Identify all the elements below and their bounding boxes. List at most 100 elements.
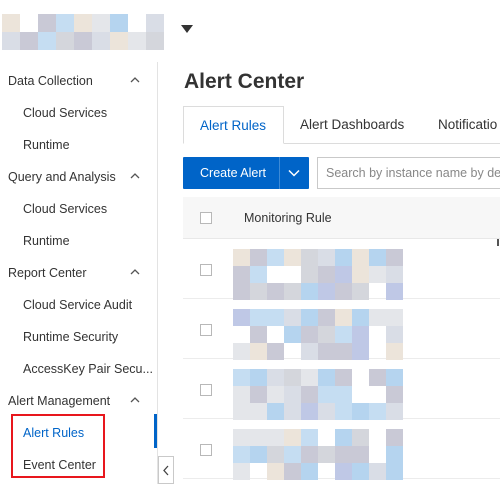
- redacted-pixel: [233, 266, 250, 283]
- chevron-up-icon: [130, 173, 140, 179]
- redacted-pixel: [369, 403, 386, 420]
- redacted-pixel: [233, 463, 250, 480]
- table-header: Monitoring Rule: [183, 197, 500, 239]
- redacted-pixel: [284, 249, 301, 266]
- sidebar-group-query-and-analysis[interactable]: Query and Analysis: [0, 160, 158, 192]
- redacted-pixel: [267, 386, 284, 403]
- sidebar-item-accesskey-pair-security[interactable]: AccessKey Pair Secu...: [0, 352, 156, 384]
- sidebar-group-alert-management[interactable]: Alert Management: [0, 384, 158, 416]
- redacted-pixel: [233, 249, 250, 266]
- redacted-pixel: [267, 446, 284, 463]
- redacted-pixel: [267, 369, 284, 386]
- sidebar-item-runtime[interactable]: Runtime: [0, 128, 156, 160]
- redacted-pixel: [335, 343, 352, 360]
- sidebar-item-label: AccessKey Pair Secu...: [23, 362, 153, 376]
- create-alert-button[interactable]: Create Alert: [183, 157, 309, 189]
- redacted-pixel: [250, 283, 267, 300]
- chevron-up-icon: [130, 397, 140, 403]
- redacted-pixel: [233, 369, 250, 386]
- row-checkbox[interactable]: [200, 324, 212, 336]
- redacted-pixel: [335, 283, 352, 300]
- redacted-pixel: [38, 14, 56, 32]
- redacted-pixel: [301, 343, 318, 360]
- redacted-pixel: [386, 266, 403, 283]
- redacted-pixel: [352, 326, 369, 343]
- redacted-pixel: [233, 403, 250, 420]
- row-checkbox[interactable]: [200, 384, 212, 396]
- row-checkbox[interactable]: [200, 264, 212, 276]
- sidebar-item-label: Cloud Service Audit: [23, 298, 133, 312]
- redacted-pixel: [250, 403, 267, 420]
- redacted-pixel: [250, 326, 267, 343]
- redacted-pixel: [386, 463, 403, 480]
- table-row[interactable]: [183, 239, 500, 300]
- redacted-pixel: [386, 309, 403, 326]
- redacted-pixel: [301, 386, 318, 403]
- table-row[interactable]: [183, 419, 500, 480]
- redacted-pixel: [386, 403, 403, 420]
- sidebar-group-report-center[interactable]: Report Center: [0, 256, 158, 288]
- column-resize-handle[interactable]: [497, 239, 499, 246]
- sidebar-item-cloud-services[interactable]: Cloud Services: [0, 96, 156, 128]
- redacted-pixel: [250, 386, 267, 403]
- redacted-pixel: [284, 386, 301, 403]
- redacted-pixel: [267, 283, 284, 300]
- search-input[interactable]: [317, 157, 500, 189]
- redacted-pixel: [335, 429, 352, 446]
- redacted-pixel: [267, 403, 284, 420]
- table-row[interactable]: [183, 299, 500, 360]
- redacted-pixel: [284, 463, 301, 480]
- redacted-pixel: [301, 446, 318, 463]
- redacted-pixel: [2, 32, 20, 50]
- redacted-pixel: [386, 343, 403, 360]
- sidebar-item-alert-rules[interactable]: Alert Rules: [0, 416, 156, 448]
- chevron-up-icon: [130, 77, 140, 83]
- create-alert-label: Create Alert: [200, 166, 267, 180]
- sidebar-item-cloud-service-audit[interactable]: Cloud Service Audit: [0, 288, 156, 320]
- sidebar-group-label: Query and Analysis: [8, 170, 116, 184]
- sidebar-item-label: Cloud Services: [23, 106, 108, 120]
- tab-alert-dashboards[interactable]: Alert Dashboards: [284, 106, 422, 144]
- redacted-pixel: [56, 32, 74, 50]
- tab-bar: Alert Rules Alert Dashboards Notificatio: [183, 106, 500, 144]
- redacted-pixel: [386, 369, 403, 386]
- tab-label: Notificatio: [438, 117, 498, 132]
- redacted-pixel: [318, 266, 335, 283]
- redacted-pixel: [301, 429, 318, 446]
- tab-notifications[interactable]: Notificatio: [422, 106, 500, 144]
- redacted-pixel: [284, 429, 301, 446]
- redacted-pixel: [38, 32, 56, 50]
- sidebar-group-data-collection[interactable]: Data Collection: [0, 64, 158, 96]
- redacted-pixel: [352, 266, 369, 283]
- redacted-pixel: [318, 369, 335, 386]
- tab-alert-rules[interactable]: Alert Rules: [183, 106, 284, 144]
- redacted-pixel: [335, 446, 352, 463]
- redacted-pixel: [284, 326, 301, 343]
- sidebar-item-cloud-services[interactable]: Cloud Services: [0, 192, 156, 224]
- table-row[interactable]: [183, 359, 500, 420]
- redacted-pixel: [352, 463, 369, 480]
- caret-down-icon[interactable]: [180, 24, 194, 34]
- redacted-pixel: [301, 369, 318, 386]
- redacted-pixel: [92, 32, 110, 50]
- redacted-pixel: [110, 14, 128, 32]
- redacted-pixel: [352, 283, 369, 300]
- chevron-down-icon[interactable]: [288, 169, 300, 177]
- redacted-pixel: [250, 343, 267, 360]
- sidebar-item-event-center[interactable]: Event Center: [0, 448, 156, 480]
- sidebar-item-runtime-security[interactable]: Runtime Security: [0, 320, 156, 352]
- redacted-pixel: [318, 343, 335, 360]
- redacted-pixel: [74, 32, 92, 50]
- redacted-pixel: [284, 369, 301, 386]
- redacted-pixel: [386, 326, 403, 343]
- redacted-pixel: [284, 309, 301, 326]
- redacted-pixel: [267, 463, 284, 480]
- redacted-pixel: [233, 309, 250, 326]
- redacted-pixel: [335, 463, 352, 480]
- column-header-monitoring-rule: Monitoring Rule: [244, 211, 332, 225]
- row-checkbox[interactable]: [200, 444, 212, 456]
- sidebar-item-runtime[interactable]: Runtime: [0, 224, 156, 256]
- select-all-checkbox[interactable]: [200, 212, 212, 224]
- redacted-pixel: [318, 283, 335, 300]
- tab-label: Alert Rules: [200, 118, 267, 133]
